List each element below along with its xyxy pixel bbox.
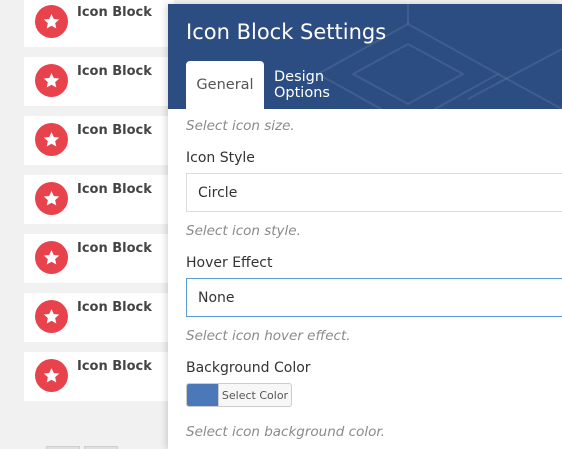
star-icon <box>35 5 68 38</box>
hover-effect-help: Select icon hover effect. <box>186 328 351 344</box>
list-item-label: Icon Block <box>77 241 152 256</box>
list-item[interactable]: Icon Block <box>24 0 174 47</box>
tab-design-options[interactable]: Design Options <box>274 61 378 109</box>
tab-general[interactable]: General <box>186 61 264 109</box>
background-color-label: Background Color <box>186 360 311 376</box>
modal-header: Icon Block Settings General Design Optio… <box>168 4 562 109</box>
list-item-label: Icon Block <box>77 182 152 197</box>
star-icon <box>35 123 68 156</box>
select-color-label: Select Color <box>218 384 291 406</box>
settings-modal: Icon Block Settings General Design Optio… <box>168 4 562 449</box>
list-item[interactable]: Icon Block <box>24 175 174 224</box>
modal-title: Icon Block Settings <box>186 20 387 44</box>
list-item-label: Icon Block <box>77 5 152 20</box>
list-item[interactable]: Icon Block <box>24 234 174 283</box>
star-icon <box>35 241 68 274</box>
page-root: Icon Block Icon Block Icon Block Icon Bl… <box>0 0 562 449</box>
icon-style-label: Icon Style <box>186 150 255 166</box>
star-icon <box>35 359 68 392</box>
list-item[interactable]: Icon Block <box>24 57 174 106</box>
hover-effect-value: None <box>198 289 235 306</box>
list-item-label: Icon Block <box>77 123 152 138</box>
icon-style-select[interactable]: Circle <box>186 173 562 212</box>
background-color-help: Select icon background color. <box>186 424 385 440</box>
list-item-label: Icon Block <box>77 359 152 374</box>
star-icon <box>35 64 68 97</box>
select-color-button[interactable]: Select Color <box>186 383 292 407</box>
star-icon <box>35 300 68 333</box>
star-icon <box>35 182 68 215</box>
icon-size-help: Select icon size. <box>186 118 295 134</box>
hover-effect-select[interactable]: None <box>186 278 562 317</box>
hover-effect-label: Hover Effect <box>186 255 273 271</box>
icon-style-help: Select icon style. <box>186 223 301 239</box>
list-item-label: Icon Block <box>77 64 152 79</box>
icon-style-value: Circle <box>198 184 238 201</box>
list-item-label: Icon Block <box>77 300 152 315</box>
list-item[interactable]: Icon Block <box>24 352 174 401</box>
color-swatch <box>187 384 218 406</box>
list-item[interactable]: Icon Block <box>24 116 174 165</box>
list-item[interactable]: Icon Block <box>24 293 174 342</box>
